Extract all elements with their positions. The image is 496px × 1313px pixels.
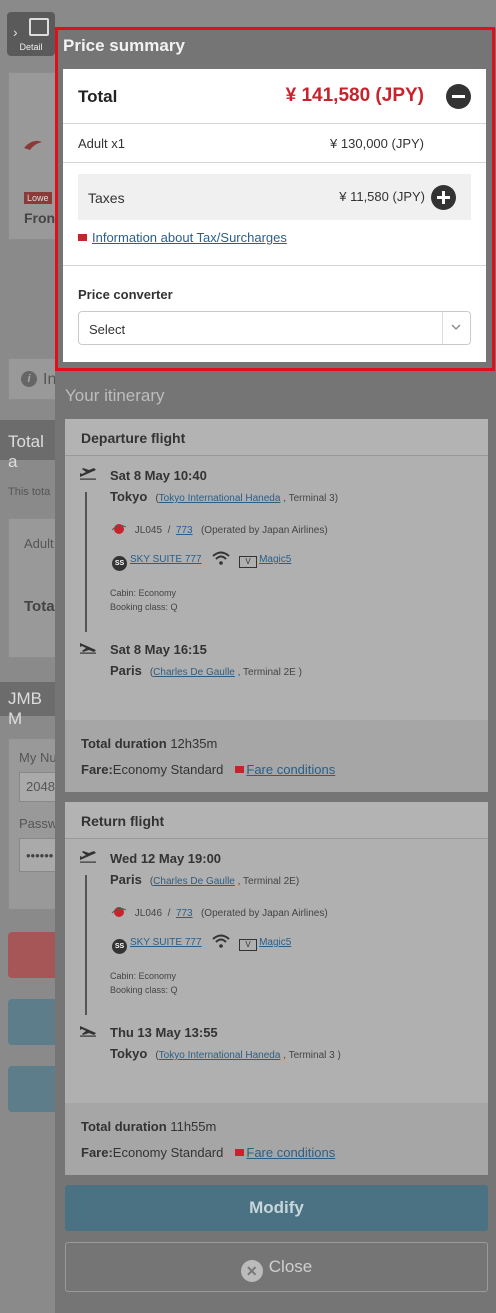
entertainment-link[interactable]: Magic5 <box>259 554 291 565</box>
close-button[interactable]: ✕ Close <box>65 1242 488 1292</box>
info-icon: i <box>21 371 37 387</box>
fare-conditions-link[interactable]: Fare conditions <box>246 1145 335 1160</box>
taxes-value: ¥ 11,580 (JPY) <box>339 189 425 204</box>
jal-logo-icon <box>111 524 127 534</box>
return-arrival-city-row: Tokyo (Tokyo International Haneda , Termi… <box>110 1046 341 1061</box>
detail-button[interactable]: › Detail <box>7 12 55 56</box>
jmb-header: JMB M <box>0 682 60 728</box>
departure-fare: Fare:Economy Standard Fare conditions <box>81 762 336 777</box>
wifi-icon <box>212 551 230 565</box>
entertainment-link[interactable]: Magic5 <box>259 937 291 948</box>
itinerary-title: Your itinerary <box>65 386 165 405</box>
return-flight-header: Return flight <box>65 802 488 839</box>
entertainment-icon: V <box>239 556 258 568</box>
member-number-label: My Nu <box>19 750 57 765</box>
takeoff-icon <box>80 851 96 863</box>
wifi-icon <box>212 934 230 948</box>
landing-icon <box>80 1026 96 1037</box>
tax-info-link[interactable]: Information about Tax/Surcharges <box>92 230 287 245</box>
bg-total-label: Tota <box>24 598 55 615</box>
return-cabin-info: Cabin: Economy Booking class: Q <box>110 971 178 995</box>
departure-airport-link[interactable]: Tokyo International Haneda <box>159 493 281 504</box>
return-arrival-datetime: Thu 13 May 13:55 <box>110 1025 218 1040</box>
return-fare: Fare:Economy Standard Fare conditions <box>81 1145 336 1160</box>
arrival-city-row: Paris (Charles De Gaulle , Terminal 2E ) <box>110 663 302 678</box>
seat-icon: SS <box>112 556 127 571</box>
divider <box>63 265 486 266</box>
document-icon <box>78 234 87 241</box>
modify-button[interactable]: Modify <box>65 1185 488 1231</box>
seat-icon: SS <box>112 939 127 954</box>
total-label: Total <box>78 87 118 106</box>
airline-logo-icon <box>24 140 42 150</box>
collapse-minus-icon[interactable] <box>446 84 471 109</box>
currency-select-value: Select <box>89 322 126 337</box>
departure-summary: Total duration 12h35m Fare:Economy Stand… <box>65 720 488 792</box>
total-value: ¥ 141,580 (JPY) <box>285 85 424 106</box>
document-icon <box>235 1149 245 1156</box>
aircraft-link[interactable]: 773 <box>176 908 193 919</box>
taxes-label: Taxes <box>88 190 125 206</box>
adult-label: Adult x1 <box>78 136 125 151</box>
return-departure-airport-link[interactable]: Charles De Gaulle <box>153 876 235 887</box>
fare-conditions-link[interactable]: Fare conditions <box>246 762 335 777</box>
close-label: Close <box>268 1257 313 1276</box>
close-icon: ✕ <box>240 1260 263 1282</box>
amenities-row: SS SKY SUITE 777 V Magic5 <box>112 551 291 571</box>
return-flight-card: Return flight Wed 12 May 19:00 Paris (Cha… <box>65 802 488 1175</box>
map-icon <box>29 18 49 36</box>
departure-city-row: Tokyo (Tokyo International Haneda , Termi… <box>110 489 339 504</box>
cabin-info: Cabin: Economy Booking class: Q <box>110 588 178 612</box>
departure-datetime: Sat 8 May 10:40 <box>110 468 207 483</box>
from-price-text: Fron <box>24 210 56 226</box>
seat-link[interactable]: SKY SUITE 777 <box>130 554 202 565</box>
price-converter-label: Price converter <box>78 287 173 302</box>
arrival-datetime: Sat 8 May 16:15 <box>110 642 207 657</box>
landing-icon <box>80 643 96 654</box>
currency-select[interactable]: Select <box>78 311 471 345</box>
departure-flight-card: Departure flight Sat 8 May 10:40 Tokyo (T… <box>65 419 488 792</box>
return-flight-number-row: JL046 / 773 (Operated by Japan Airlines) <box>110 906 328 919</box>
return-departure-city-row: Paris (Charles De Gaulle , Terminal 2E) <box>110 872 300 887</box>
adult-value: ¥ 130,000 (JPY) <box>330 136 424 151</box>
chevron-down-icon <box>451 324 461 330</box>
price-summary-card: Total ¥ 141,580 (JPY) Adult x1 ¥ 130,000… <box>63 69 486 362</box>
flight-number-row: JL045 / 773 (Operated by Japan Airlines) <box>110 523 328 536</box>
departure-duration: Total duration 12h35m <box>81 736 218 751</box>
return-departure-datetime: Wed 12 May 19:00 <box>110 851 222 866</box>
return-arrival-airport-link[interactable]: Tokyo International Haneda <box>159 1050 281 1061</box>
total-note: This tota <box>8 486 51 498</box>
detail-label: Detail <box>19 42 43 52</box>
return-amenities-row: SS SKY SUITE 777 V Magic5 <box>112 934 291 954</box>
password-label: Passw <box>19 816 58 831</box>
aircraft-link[interactable]: 773 <box>176 525 193 536</box>
return-summary: Total duration 11h55m Fare:Economy Stand… <box>65 1103 488 1175</box>
price-summary-title: Price summary <box>63 36 185 55</box>
tax-info-link-row: Information about Tax/Surcharges <box>78 230 287 245</box>
bg-adult-label: Adult <box>24 536 54 551</box>
takeoff-icon <box>80 468 96 480</box>
adult-row: Adult x1 ¥ 130,000 (JPY) <box>63 124 486 163</box>
document-icon <box>235 766 245 773</box>
entertainment-icon: V <box>239 939 258 951</box>
departure-flight-header: Departure flight <box>65 419 488 456</box>
total-amount-header: Total a <box>0 420 60 471</box>
jal-logo-icon <box>111 907 127 917</box>
seat-link[interactable]: SKY SUITE 777 <box>130 937 202 948</box>
total-row: Total ¥ 141,580 (JPY) <box>63 69 486 124</box>
taxes-row[interactable]: Taxes ¥ 11,580 (JPY) <box>78 174 471 220</box>
chevron-right-icon: › <box>13 24 18 40</box>
lowest-badge: Lowe <box>24 192 52 204</box>
return-duration: Total duration 11h55m <box>81 1119 217 1134</box>
expand-plus-icon[interactable] <box>431 185 456 210</box>
arrival-airport-link[interactable]: Charles De Gaulle <box>153 667 235 678</box>
